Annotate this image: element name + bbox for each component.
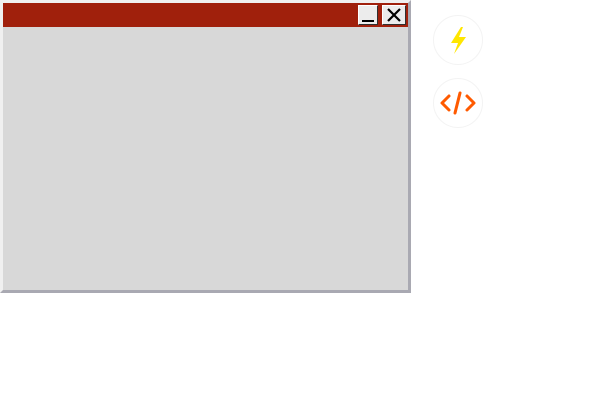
window-titlebar[interactable] [3, 3, 408, 27]
close-button[interactable] [382, 5, 406, 25]
code-editor-shortcut[interactable] [433, 78, 483, 128]
minimize-icon [362, 20, 374, 22]
desktop [0, 0, 600, 400]
lightning-bolt-icon [451, 27, 466, 54]
close-icon [387, 8, 401, 22]
code-brackets-icon [440, 91, 476, 115]
minimize-button[interactable] [358, 5, 378, 25]
lightning-app-shortcut[interactable] [433, 15, 483, 65]
app-window [0, 0, 411, 293]
window-content [3, 27, 408, 290]
